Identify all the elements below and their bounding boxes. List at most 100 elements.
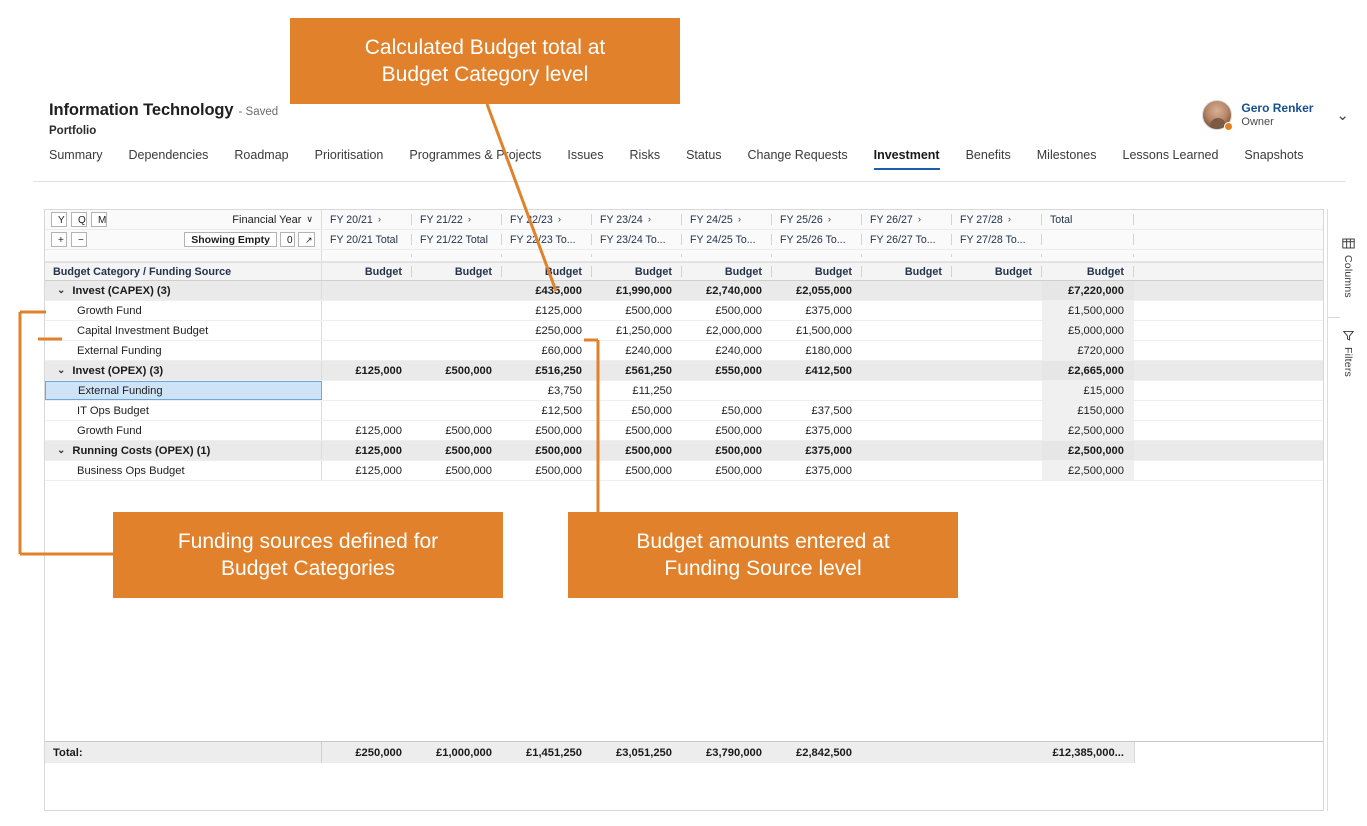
nav-tab-snapshots[interactable]: Snapshots: [1231, 146, 1316, 170]
column-header-spacer-6[interactable]: [862, 250, 952, 261]
column-header-measure-4[interactable]: Budget: [682, 263, 772, 280]
column-header-total-4[interactable]: FY 24/25 To...: [682, 230, 772, 249]
budget-cell[interactable]: [682, 381, 772, 400]
chevron-right-icon[interactable]: ›: [558, 214, 561, 225]
scale-month-button[interactable]: M: [91, 212, 107, 227]
column-header-spacer-0[interactable]: [322, 250, 412, 261]
column-header-measure-0[interactable]: Budget: [322, 263, 412, 280]
budget-cell[interactable]: [952, 321, 1042, 340]
budget-cell[interactable]: £1,500,000: [1042, 301, 1134, 320]
table-row[interactable]: External Funding £3,750 £11,250 £15,000: [45, 381, 1323, 401]
budget-cell[interactable]: [322, 281, 412, 300]
funding-source-label[interactable]: Capital Investment Budget: [45, 321, 322, 340]
budget-cell[interactable]: £720,000: [1042, 341, 1134, 360]
budget-cell[interactable]: £125,000: [322, 361, 412, 380]
funding-source-label[interactable]: External Funding: [45, 381, 322, 400]
budget-cell[interactable]: [322, 401, 412, 420]
funding-source-label[interactable]: Growth Fund: [45, 421, 322, 440]
budget-cell[interactable]: £375,000: [772, 421, 862, 440]
budget-cell[interactable]: £1,250,000: [592, 321, 682, 340]
budget-cell[interactable]: [322, 381, 412, 400]
column-header-total-2[interactable]: FY 22/23 To...: [502, 230, 592, 249]
column-header-fy-0[interactable]: FY 20/21 ›: [322, 210, 412, 229]
column-header-spacer-3[interactable]: [592, 250, 682, 261]
budget-cell[interactable]: £375,000: [772, 301, 862, 320]
budget-cell[interactable]: £50,000: [592, 401, 682, 420]
column-header-spacer-2[interactable]: [502, 250, 592, 261]
nav-tab-risks[interactable]: Risks: [617, 146, 674, 170]
budget-cell[interactable]: [412, 281, 502, 300]
column-separator[interactable]: [1133, 254, 1134, 257]
table-row[interactable]: Capital Investment Budget £250,000 £1,250,…: [45, 321, 1323, 341]
column-header-measure-7[interactable]: Budget: [952, 263, 1042, 280]
column-header-fy-3[interactable]: FY 23/24 ›: [592, 210, 682, 229]
budget-cell[interactable]: £500,000: [412, 361, 502, 380]
budget-cell[interactable]: [862, 301, 952, 320]
budget-cell[interactable]: £500,000: [592, 441, 682, 460]
budget-cell[interactable]: [412, 401, 502, 420]
budget-cell[interactable]: £2,500,000: [1042, 441, 1134, 460]
chevron-right-icon[interactable]: ›: [1008, 214, 1011, 225]
budget-cell[interactable]: [772, 381, 862, 400]
budget-cell[interactable]: £412,500: [772, 361, 862, 380]
budget-cell[interactable]: [412, 381, 502, 400]
nav-tab-investment[interactable]: Investment: [861, 146, 953, 170]
budget-cell[interactable]: £500,000: [682, 301, 772, 320]
budget-cell[interactable]: [862, 401, 952, 420]
budget-cell[interactable]: [322, 341, 412, 360]
table-row[interactable]: ⌄ Invest (CAPEX) (3) £435,000 £1,990,000 £2,…: [45, 281, 1323, 301]
budget-cell[interactable]: £500,000: [412, 421, 502, 440]
budget-cell[interactable]: £500,000: [592, 301, 682, 320]
chevron-right-icon[interactable]: ›: [648, 214, 651, 225]
budget-cell[interactable]: [952, 401, 1042, 420]
column-header-fy-4[interactable]: FY 24/25 ›: [682, 210, 772, 229]
column-header-measure-5[interactable]: Budget: [772, 263, 862, 280]
column-separator[interactable]: [1133, 214, 1134, 225]
budget-cell[interactable]: [952, 461, 1042, 480]
chevron-right-icon[interactable]: ›: [378, 214, 381, 225]
column-header-fy-5[interactable]: FY 25/26 ›: [772, 210, 862, 229]
budget-cell[interactable]: £500,000: [592, 421, 682, 440]
budget-cell[interactable]: £2,665,000: [1042, 361, 1134, 380]
budget-cell[interactable]: £240,000: [682, 341, 772, 360]
nav-tab-prioritisation[interactable]: Prioritisation: [302, 146, 397, 170]
expand-all-button[interactable]: +: [51, 232, 67, 247]
budget-cell[interactable]: £2,055,000: [772, 281, 862, 300]
funding-source-label[interactable]: External Funding: [45, 341, 322, 360]
budget-cell[interactable]: £500,000: [502, 461, 592, 480]
budget-cell[interactable]: [952, 341, 1042, 360]
table-row[interactable]: ⌄ Invest (OPEX) (3) £125,000 £500,000 £516,2…: [45, 361, 1323, 381]
scale-year-button[interactable]: Y: [51, 212, 67, 227]
budget-cell[interactable]: £375,000: [772, 441, 862, 460]
budget-cell[interactable]: [862, 441, 952, 460]
budget-cell[interactable]: [862, 361, 952, 380]
column-header-spacer-4[interactable]: [682, 250, 772, 261]
budget-cell[interactable]: £180,000: [772, 341, 862, 360]
chevron-down-icon[interactable]: ⌄: [57, 365, 65, 376]
budget-cell[interactable]: £500,000: [502, 421, 592, 440]
column-separator[interactable]: [1133, 266, 1134, 277]
budget-cell[interactable]: £150,000: [1042, 401, 1134, 420]
budget-cell[interactable]: £7,220,000: [1042, 281, 1134, 300]
budget-cell[interactable]: £240,000: [592, 341, 682, 360]
column-header-fy-7[interactable]: FY 27/28 ›: [952, 210, 1042, 229]
column-header-measure-2[interactable]: Budget: [502, 263, 592, 280]
chevron-right-icon[interactable]: ›: [828, 214, 831, 225]
budget-cell[interactable]: [952, 301, 1042, 320]
budget-cell[interactable]: £37,500: [772, 401, 862, 420]
budget-cell[interactable]: [862, 281, 952, 300]
column-header-spacer-1[interactable]: [412, 250, 502, 261]
budget-cell[interactable]: [862, 421, 952, 440]
nav-tab-lessons-learned[interactable]: Lessons Learned: [1110, 146, 1232, 170]
chevron-right-icon[interactable]: ›: [918, 214, 921, 225]
budget-category-label[interactable]: ⌄ Running Costs (OPEX) (1): [45, 441, 322, 460]
funding-source-label[interactable]: IT Ops Budget: [45, 401, 322, 420]
column-header-total-3[interactable]: FY 23/24 To...: [592, 230, 682, 249]
budget-cell[interactable]: £125,000: [322, 421, 412, 440]
budget-category-label[interactable]: ⌄ Invest (OPEX) (3): [45, 361, 322, 380]
nav-tab-milestones[interactable]: Milestones: [1024, 146, 1110, 170]
budget-cell[interactable]: [862, 341, 952, 360]
budget-cell[interactable]: [952, 281, 1042, 300]
budget-cell[interactable]: £125,000: [502, 301, 592, 320]
column-header-measure-8[interactable]: Budget: [1042, 263, 1134, 280]
